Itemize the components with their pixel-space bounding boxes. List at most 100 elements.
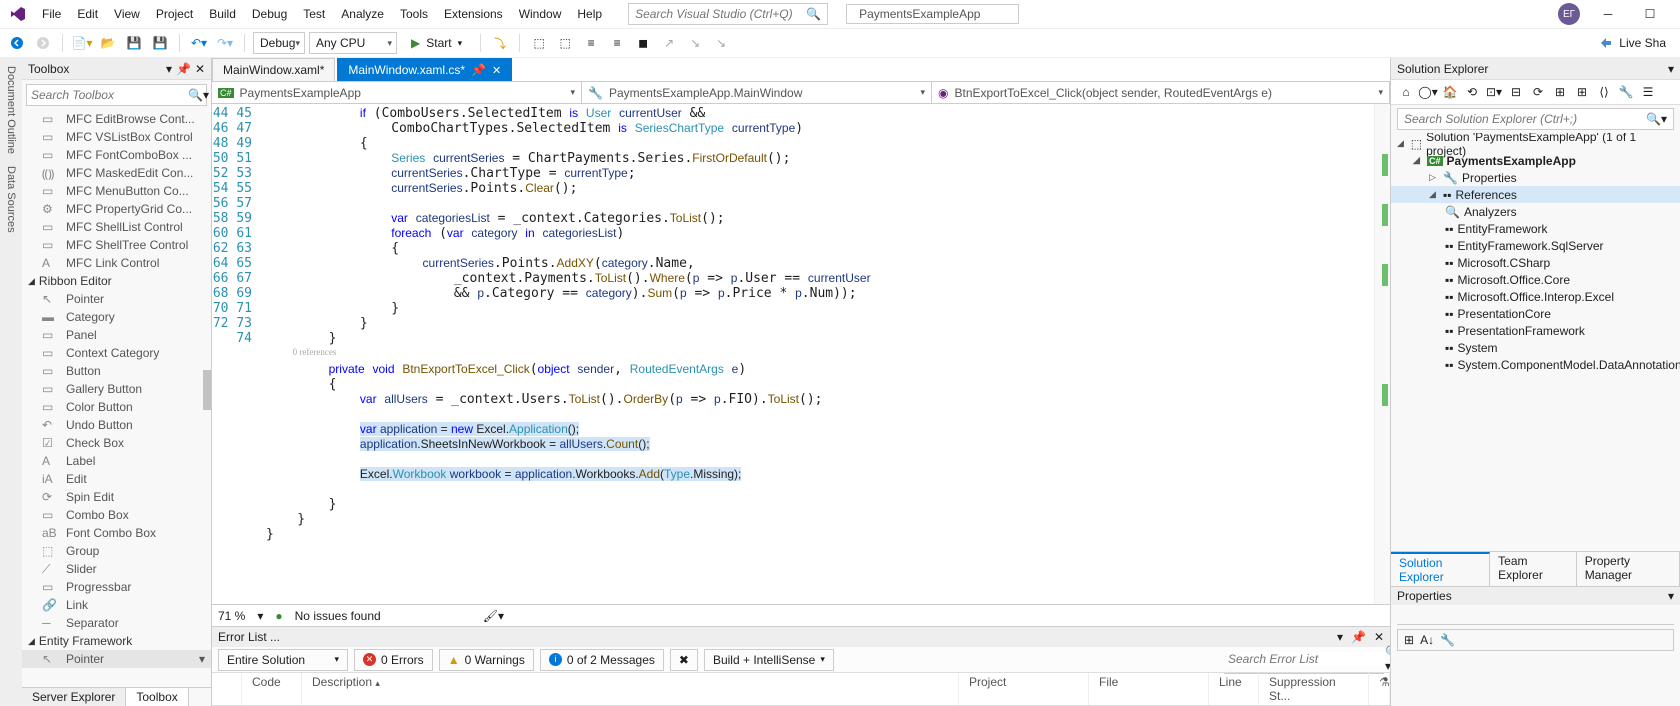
toolbox-item[interactable]: ⚙MFC PropertyGrid Co... [22,200,211,218]
toolbox-item-pointer[interactable]: ↖Pointer▾ [22,650,211,668]
reference-item[interactable]: 🔍Analyzers [1391,203,1680,220]
outdent-icon[interactable]: ⬚ [554,32,576,54]
member-combo[interactable]: ◉BtnExportToExcel_Click(object sender, R… [932,82,1390,103]
start-debug-button[interactable]: ▶Start▾ [401,32,472,54]
menu-build[interactable]: Build [201,3,244,25]
toolbox-item[interactable]: ⬚Group [22,542,211,560]
properties-node[interactable]: ▷🔧Properties [1391,169,1680,186]
wrench-icon[interactable]: 🔧 [1440,633,1455,647]
toolbox-group-ef[interactable]: ◢Entity Framework [22,632,211,650]
refresh-icon[interactable]: ⊞ [1551,83,1569,101]
configuration-combo[interactable]: Debug [253,32,305,54]
toolbox-item[interactable]: aBFont Combo Box [22,524,211,542]
project-combo[interactable]: C#PaymentsExampleApp [212,82,582,103]
toolbox-item[interactable]: ▭MFC MenuButton Co... [22,182,211,200]
uncomment-icon[interactable]: ≡ [606,32,628,54]
reference-item[interactable]: ▪▪System.ComponentModel.DataAnnotations [1391,356,1680,373]
codelens-label[interactable]: 0 references [293,347,337,357]
close-icon[interactable]: ✕ [195,62,205,76]
menu-project[interactable]: Project [148,3,201,25]
forward-button[interactable] [32,32,54,54]
pin-icon[interactable]: 📌 [1351,630,1366,644]
clear-filter[interactable]: ✖ [670,649,698,671]
menu-file[interactable]: File [34,3,69,25]
toolbox-search[interactable]: 🔍▾ [26,84,207,106]
col-line[interactable]: Line [1209,673,1259,705]
data-sources-tab[interactable]: Data Sources [5,166,17,233]
toolbox-item[interactable]: ⟋Slider [22,560,211,578]
toolbox-item[interactable]: ↖Pointer [22,290,211,308]
brush-icon[interactable]: 🖌▾ [483,609,504,623]
undo-button[interactable]: ↶▾ [188,32,210,54]
class-combo[interactable]: 🔧PaymentsExampleApp.MainWindow [582,82,932,103]
nav-icon2[interactable]: ↘ [684,32,706,54]
references-node[interactable]: ◢▪▪References [1391,186,1680,203]
toolbox-tab[interactable]: Toolbox [126,688,188,706]
props-icon[interactable]: ⟨⟩ [1595,83,1613,101]
open-button[interactable]: 📂 [97,32,119,54]
toolbox-item[interactable]: ▭MFC EditBrowse Cont... [22,110,211,128]
preview-icon[interactable]: ⊞ [1573,83,1591,101]
toolbox-item[interactable]: ▭MFC FontComboBox ... [22,146,211,164]
reference-item[interactable]: ▪▪Microsoft.Office.Interop.Excel [1391,288,1680,305]
menu-tools[interactable]: Tools [392,3,436,25]
toolbox-item[interactable]: ▭Panel [22,326,211,344]
solution-tree[interactable]: ◢⬚Solution 'PaymentsExampleApp' (1 of 1 … [1391,133,1680,551]
alphabetical-icon[interactable]: A↓ [1420,633,1434,647]
filter-icon[interactable]: ⚗ [1369,673,1390,705]
nav-icon[interactable]: ↗ [658,32,680,54]
indent-icon[interactable]: ⬚ [528,32,550,54]
menu-debug[interactable]: Debug [244,3,295,25]
reference-item[interactable]: ▪▪PresentationCore [1391,305,1680,322]
toolbox-item[interactable]: ☑Check Box [22,434,211,452]
build-source-combo[interactable]: Build + IntelliSense▾ [704,649,834,671]
tab-solution-explorer[interactable]: Solution Explorer [1391,552,1490,586]
toolbox-item[interactable]: 🔗Link [22,596,211,614]
toolbox-item[interactable]: ▭Progressbar [22,578,211,596]
tab-team-explorer[interactable]: Team Explorer [1490,552,1577,586]
menu-analyze[interactable]: Analyze [333,3,392,25]
step-button[interactable]: ⤵ [489,32,511,54]
col-project[interactable]: Project [959,673,1089,705]
toolbox-item[interactable]: ▭Gallery Button [22,380,211,398]
reference-item[interactable]: ▪▪PresentationFramework [1391,322,1680,339]
user-avatar[interactable]: ЕГ [1558,3,1580,25]
toolbox-item[interactable]: ⸨⸩MFC MaskedEdit Con... [22,164,211,182]
toolbox-group-ribbon[interactable]: ◢Ribbon Editor [22,272,211,290]
messages-filter[interactable]: i0 of 2 Messages [540,649,664,671]
warnings-filter[interactable]: ▲0 Warnings [439,649,534,671]
toolbox-item[interactable]: ▭MFC VSListBox Control [22,128,211,146]
server-explorer-tab[interactable]: Server Explorer [22,688,126,706]
back-button[interactable] [6,32,28,54]
toolbox-item[interactable]: ↶Undo Button [22,416,211,434]
zoom-level[interactable]: 71 % [218,609,245,623]
col-description[interactable]: Description ▴ [302,673,959,705]
platform-combo[interactable]: Any CPU [309,32,397,54]
pin2-icon[interactable]: ☰ [1639,83,1657,101]
reference-item[interactable]: ▪▪Microsoft.CSharp [1391,254,1680,271]
error-list-search[interactable]: 🔍▾ [1224,645,1384,674]
toolbox-item[interactable]: ▭Context Category [22,344,211,362]
menu-window[interactable]: Window [511,3,570,25]
toolbox-item[interactable]: ▬Category [22,308,211,326]
quick-launch-search[interactable]: 🔍 [628,3,828,25]
code-content[interactable]: if (ComboUsers.SelectedItem is User curr… [262,104,1374,604]
tab-mainwindow-xaml[interactable]: MainWindow.xaml* [212,58,335,81]
reference-item[interactable]: ▪▪System [1391,339,1680,356]
comment-icon[interactable]: ≡ [580,32,602,54]
reference-item[interactable]: ▪▪EntityFramework [1391,220,1680,237]
bookmark-icon[interactable]: ◼ [632,32,654,54]
collapse-icon[interactable]: ⊟ [1507,83,1525,101]
menu-edit[interactable]: Edit [69,3,106,25]
toolbox-item[interactable]: ⟳Spin Edit [22,488,211,506]
toolbox-item[interactable]: ▭MFC ShellList Control [22,218,211,236]
solution-root[interactable]: ◢⬚Solution 'PaymentsExampleApp' (1 of 1 … [1391,135,1680,152]
live-share-button[interactable]: Live Sha [1599,36,1674,50]
errors-filter[interactable]: ✕0 Errors [354,649,433,671]
code-editor[interactable]: 44 45 46 47 48 49 50 51 52 53 54 55 56 5… [212,104,1390,604]
save-all-button[interactable]: 💾 [149,32,171,54]
toolbox-item[interactable]: ─Separator [22,614,211,632]
scope-icon[interactable]: ⊡▾ [1485,83,1503,101]
redo-button[interactable]: ↷▾ [214,32,236,54]
home2-icon[interactable]: 🏠 [1441,83,1459,101]
